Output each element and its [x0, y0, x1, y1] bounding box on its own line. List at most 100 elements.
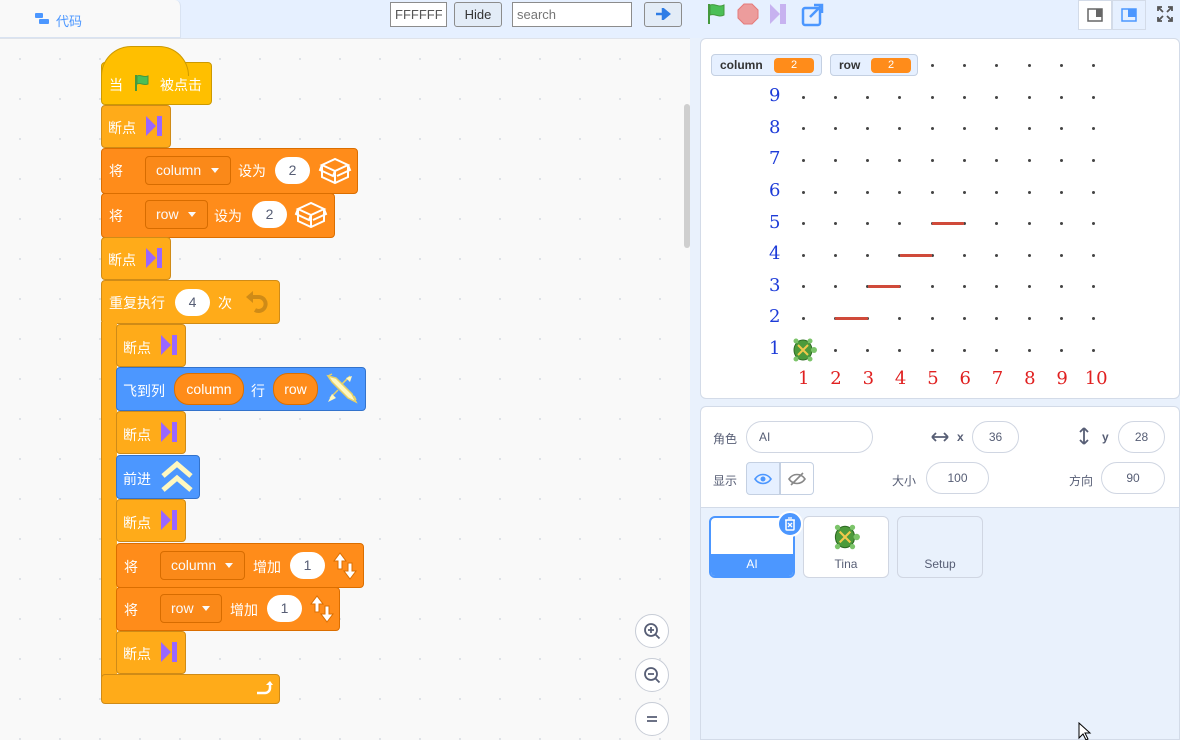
grid-dot [930, 316, 934, 320]
grid-dot [1027, 64, 1031, 68]
breakpoint-icon [161, 642, 177, 662]
up-down-arrows-icon [310, 595, 334, 623]
sprite-label: 角色 [713, 432, 738, 446]
top-bar: 代码 Hide [0, 0, 1180, 38]
pen-line-segment [899, 253, 933, 257]
grid-dot [833, 127, 837, 131]
repeat-bottom [101, 674, 280, 704]
breakpoint-icon [161, 422, 177, 442]
monitor-name: column [720, 58, 763, 72]
repeat-count-input[interactable]: 4 [175, 289, 210, 316]
repeat-arm [101, 322, 117, 678]
change-column-value-input[interactable]: 1 [290, 552, 325, 579]
hide-button[interactable]: Hide [454, 2, 502, 27]
grid-dot [801, 285, 805, 289]
direction-label: 方向 [1069, 474, 1094, 488]
airplane-icon [326, 373, 358, 404]
grid-dot [995, 285, 999, 289]
grid-dot [1027, 158, 1031, 162]
grid-dot [1059, 158, 1063, 162]
change-by-label: 增加 [253, 559, 281, 575]
column-reporter[interactable]: column [174, 373, 244, 405]
set-prefix-label: 将 [124, 602, 138, 618]
grid-dot [833, 285, 837, 289]
small-stage-button[interactable] [1078, 0, 1112, 30]
set-row-value-input[interactable]: 2 [252, 201, 287, 228]
change-row-block[interactable] [116, 587, 340, 631]
change-row-value-input[interactable]: 1 [267, 595, 302, 622]
grid-dot [833, 348, 837, 352]
fullscreen-button[interactable] [1150, 0, 1180, 30]
code-tab-label: 代码 [56, 14, 83, 29]
grid-dot [995, 348, 999, 352]
sprite-name-input[interactable]: AI [746, 421, 873, 453]
grid-dot [1059, 285, 1063, 289]
y-axis-label: 1 [769, 338, 781, 359]
grid-dot [801, 316, 805, 320]
sprite-list: AI Tina Setup [700, 508, 1180, 740]
grid-dot [930, 190, 934, 194]
set-column-value-input[interactable]: 2 [275, 157, 310, 184]
show-visible-button[interactable] [746, 462, 780, 495]
grid-dot [930, 95, 934, 99]
search-input[interactable] [512, 2, 632, 27]
pen-line-segment [867, 285, 900, 289]
stop-icon[interactable] [736, 2, 760, 26]
green-flag-icon[interactable] [704, 2, 728, 26]
monitor-name: row [839, 58, 861, 72]
grid-dot [963, 348, 966, 352]
vertical-arrows-icon [1079, 427, 1089, 445]
tab-code[interactable]: 代码 [0, 0, 181, 38]
grid-dot [995, 95, 999, 99]
row-reporter[interactable]: row [273, 373, 318, 405]
sprite-card-tina[interactable]: Tina [803, 516, 889, 578]
show-hidden-button[interactable] [780, 462, 814, 495]
grid-dot [995, 222, 999, 226]
size-input[interactable]: 100 [926, 462, 989, 494]
sprite-card-name: Setup [924, 557, 956, 571]
large-stage-button[interactable] [1112, 0, 1146, 30]
grid-dot [898, 348, 902, 352]
grid-dot [963, 127, 966, 131]
grid-dot [801, 190, 805, 194]
zoom-out-button[interactable] [635, 658, 669, 692]
pen-line-segment [932, 222, 965, 226]
breakpoint-icon [161, 510, 177, 530]
grid-dot [833, 190, 837, 194]
y-axis-label: 9 [769, 85, 781, 107]
share-icon[interactable] [800, 2, 826, 28]
color-input[interactable] [390, 2, 447, 27]
divider [690, 38, 700, 740]
size-label: 大小 [892, 474, 917, 488]
grid-dot [1059, 95, 1063, 99]
turtle-sprite-icon[interactable] [788, 335, 818, 365]
show-label: 显示 [713, 474, 738, 488]
row-variable-dropdown[interactable]: row [145, 200, 208, 229]
sprite-card-name: Tina [834, 557, 858, 571]
grid-dot [801, 222, 805, 226]
y-axis-label: 7 [769, 148, 781, 170]
x-axis-label: 7 [991, 368, 1004, 389]
sprite-card-setup[interactable]: Setup [897, 516, 983, 578]
y-input[interactable]: 28 [1118, 421, 1165, 453]
direction-input[interactable]: 90 [1101, 462, 1165, 494]
x-axis-label: 3 [862, 368, 875, 389]
row-variable-dropdown[interactable]: row [160, 594, 222, 623]
zoom-in-icon [644, 623, 661, 640]
grid-dot [1092, 348, 1096, 352]
delete-sprite-button[interactable] [777, 511, 803, 537]
stage[interactable]: column 2 row 2 9 8 7 6 5 4 3 2 1 1 2 3 4 5 6 7 8 9 10 [700, 38, 1180, 399]
x-input[interactable]: 36 [972, 421, 1019, 453]
column-variable-dropdown[interactable]: column [145, 156, 231, 185]
zoom-reset-button[interactable] [635, 702, 669, 736]
zoom-in-button[interactable] [635, 614, 669, 648]
step-icon[interactable] [768, 2, 792, 26]
mouse-cursor-icon [1078, 722, 1092, 740]
column-variable-dropdown[interactable]: column [160, 551, 245, 580]
grid-dot [995, 316, 999, 320]
grid-dot [898, 95, 902, 99]
grid-dot [1092, 316, 1096, 320]
grid-dot [1027, 285, 1031, 289]
grid-dot [963, 64, 966, 68]
go-button[interactable] [644, 2, 682, 27]
